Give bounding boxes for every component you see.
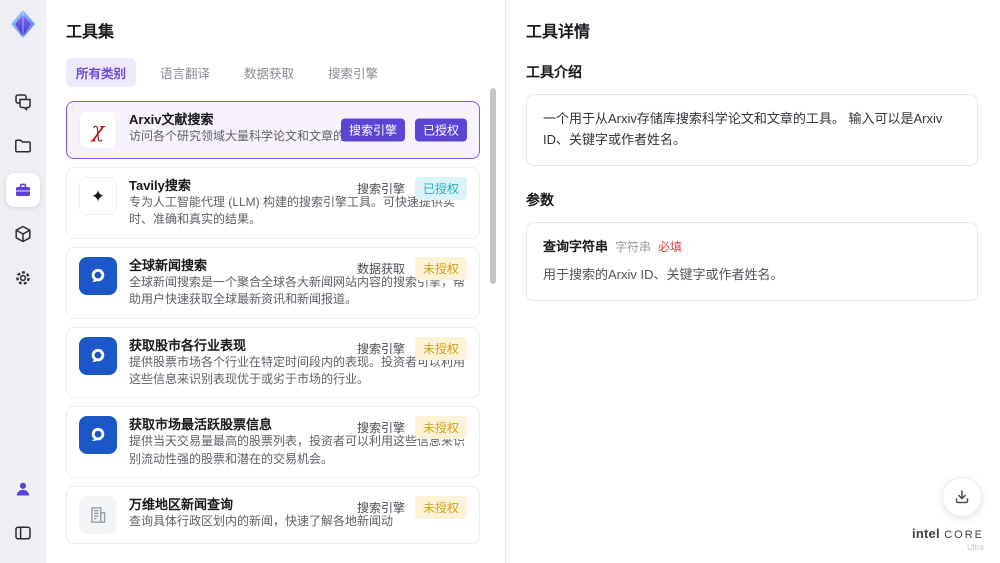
toolbox-icon bbox=[13, 180, 33, 200]
param-name: 查询字符串 bbox=[543, 238, 609, 254]
news-search-icon bbox=[79, 256, 117, 295]
category-badge: 搜索引擎 bbox=[356, 341, 405, 356]
page-title: 工具集 bbox=[66, 24, 115, 41]
active-stock-icon bbox=[79, 416, 117, 455]
tool-card-arxiv[interactable]: χ Arxiv文献搜索 访问各个研究领域大量科学论文和文章的存储库。 搜索引擎 … bbox=[66, 101, 480, 159]
param-required-label: 必填 bbox=[658, 239, 683, 254]
sidebar-item-files[interactable] bbox=[6, 129, 40, 163]
tool-list: χ Arxiv文献搜索 访问各个研究领域大量科学论文和文章的存储库。 搜索引擎 … bbox=[66, 101, 480, 545]
panel-toggle-icon bbox=[13, 523, 33, 543]
chat-icon bbox=[13, 92, 33, 112]
tab-all-categories[interactable]: 所有类别 bbox=[66, 58, 137, 87]
tool-card-stock-sectors[interactable]: 获取股市各行业表现 提供股票市场各个行业在特定时间段内的表现。投资者可以利用这些… bbox=[66, 326, 480, 399]
sidebar-item-packages[interactable] bbox=[6, 217, 40, 251]
sidebar-item-chat[interactable] bbox=[6, 85, 40, 119]
auth-status-badge: 未授权 bbox=[414, 256, 467, 280]
tab-language-translation[interactable]: 语言翻译 bbox=[150, 58, 220, 87]
download-button[interactable] bbox=[942, 477, 982, 517]
tool-card-region-news[interactable]: 万维地区新闻查询 查询具体行政区划内的新闻，快速了解各地新闻动 搜索引擎 未授权 bbox=[66, 486, 480, 545]
params-heading: 参数 bbox=[526, 191, 554, 208]
app-logo-gem-icon[interactable] bbox=[7, 8, 39, 40]
category-badge: 搜索引擎 bbox=[356, 501, 405, 516]
tab-search-engine[interactable]: 搜索引擎 bbox=[318, 58, 388, 87]
sidebar-item-toolbox[interactable] bbox=[6, 173, 40, 207]
tool-card-tavily[interactable]: ✦ Tavily搜索 专为人工智能代理 (LLM) 构建的搜索引擎工具。可快速提… bbox=[66, 167, 480, 239]
brand-intel-label: intel bbox=[912, 525, 940, 541]
region-news-icon bbox=[79, 496, 117, 535]
intel-core-watermark: intel CORE Ultra bbox=[912, 525, 984, 553]
category-badge: 搜索引擎 bbox=[356, 182, 405, 196]
sidebar-item-account[interactable] bbox=[6, 472, 40, 506]
auth-status-badge: 未授权 bbox=[414, 496, 467, 520]
param-type: 字符串 bbox=[615, 239, 652, 254]
cube-icon bbox=[13, 224, 33, 244]
stock-sector-icon bbox=[79, 336, 117, 375]
folder-icon bbox=[13, 136, 33, 156]
auth-status-badge: 未授权 bbox=[414, 336, 467, 360]
param-box: 查询字符串 字符串 必填 用于搜索的Arxiv ID、关键字或作者姓名。 bbox=[526, 221, 978, 302]
category-badge: 数据获取 bbox=[356, 261, 405, 276]
intro-box: 一个用于从Arxiv存储库搜索科学论文和文章的工具。 输入可以是Arxiv ID… bbox=[526, 94, 978, 166]
auth-status-badge: 已授权 bbox=[414, 177, 467, 200]
tab-data-fetch[interactable]: 数据获取 bbox=[234, 58, 304, 87]
list-scrollbar-thumb[interactable] bbox=[490, 88, 496, 284]
sidebar-item-settings[interactable] bbox=[6, 261, 40, 295]
intro-heading: 工具介绍 bbox=[526, 64, 582, 80]
auth-status-badge: 未授权 bbox=[414, 416, 467, 440]
tavily-star-icon: ✦ bbox=[79, 177, 117, 215]
sidebar-rail bbox=[0, 0, 46, 563]
tool-card-active-stocks[interactable]: 获取市场最活跃股票信息 提供当天交易量最高的股票列表，投资者可以利用这些信息来识… bbox=[66, 406, 480, 479]
tool-card-global-news[interactable]: 全球新闻搜索 全球新闻搜索是一个聚合全球各大新闻网站内容的搜索引擎，帮助用户快速… bbox=[66, 246, 480, 319]
download-icon bbox=[953, 488, 971, 506]
category-badge: 搜索引擎 bbox=[356, 421, 405, 436]
arxiv-icon: χ bbox=[79, 111, 117, 149]
brand-tier-label: Ultra bbox=[967, 543, 984, 553]
tool-details-panel: 工具详情 工具介绍 一个用于从Arxiv存储库搜索科学论文和文章的工具。 输入可… bbox=[505, 0, 1000, 563]
user-icon bbox=[13, 479, 33, 499]
category-badge: 搜索引擎 bbox=[340, 118, 405, 142]
sidebar-item-panel-toggle[interactable] bbox=[6, 516, 40, 550]
brand-core-label: CORE bbox=[944, 528, 984, 541]
details-title: 工具详情 bbox=[526, 24, 591, 41]
tools-panel: 工具集 所有类别 语言翻译 数据获取 搜索引擎 χ Arxiv文献搜索 访问各个… bbox=[46, 0, 505, 563]
settings-icon bbox=[13, 268, 33, 288]
category-tabs: 所有类别 语言翻译 数据获取 搜索引擎 bbox=[66, 58, 481, 87]
param-desc: 用于搜索的Arxiv ID、关键字或作者姓名。 bbox=[543, 267, 784, 283]
auth-status-badge: 已授权 bbox=[414, 118, 467, 142]
